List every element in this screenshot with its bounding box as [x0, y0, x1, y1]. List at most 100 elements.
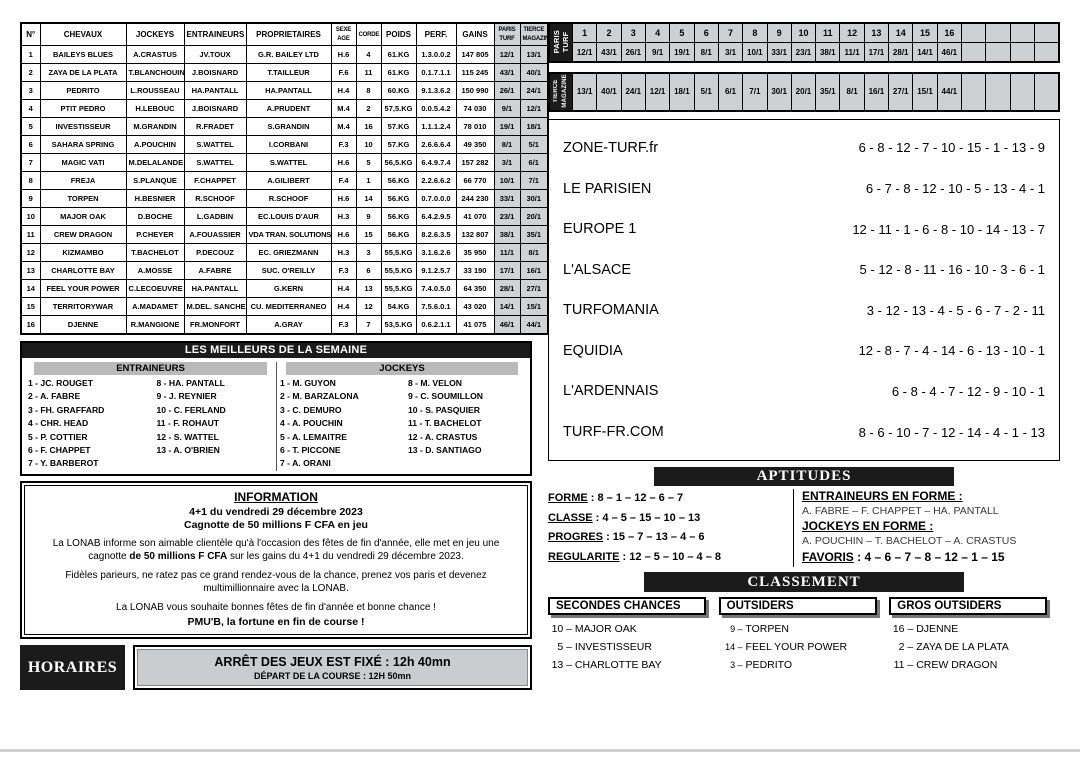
aptitudes-inform-list: ENTRAINEURS EN FORME : A. FABRE – F. CHA…	[793, 489, 1060, 568]
best-trainer-item: 1 - JC. ROUGET	[28, 378, 93, 388]
runner-horse: FREJA	[39, 171, 127, 190]
best-trainers-section: ENTRAINEURS 1 - JC. ROUGET 2 - A. FABRE 3 …	[25, 362, 276, 471]
runner-sex-age: H.4	[330, 81, 357, 100]
paris-turf-number-cell: 15	[912, 22, 938, 43]
runner-jockey: R.MANGIONE	[125, 315, 185, 335]
tierce-magazine-odd-cell	[1033, 72, 1060, 112]
th-owner: PROPRIETAIRES	[245, 22, 332, 46]
runner-perf: 0.0.5.4.2	[415, 99, 457, 118]
tierce-magazine-odd-cell: 12/1	[644, 72, 671, 112]
th-sex-line2: AGE	[337, 35, 350, 42]
race-program-page: N° CHEVAUX JOCKEYS ENTRAINEURS PROPRIETA…	[0, 0, 1080, 758]
paris-turf-odd-cell: 19/1	[669, 42, 695, 63]
pronostic-picks: 6 - 7 - 8 - 12 - 10 - 5 - 13 - 4 - 1	[865, 181, 1045, 196]
aptitude-progres-value: : 15 – 7 – 13 – 4 – 6	[603, 531, 705, 544]
th-trainer: ENTRAINEURS	[183, 22, 247, 46]
runner-trainer: L.GADBIN	[183, 207, 247, 226]
classement-item: 2 – ZAYA DE LA PLATA	[889, 638, 1052, 656]
runner-corde: 11	[355, 63, 382, 82]
runner-perf: 9.1.2.5.7	[415, 261, 457, 280]
runner-trainer: J.BOISNARD	[183, 99, 247, 118]
pronostic-source: L'ARDENNAIS	[563, 383, 659, 400]
jockeys-in-form-heading: JOCKEYS EN FORME :	[802, 519, 934, 534]
best-trainers-list-left: 1 - JC. ROUGET 2 - A. FABRE 3 - FH. GRAFFA…	[28, 377, 151, 471]
runner-jockey: S.PLANQUE	[125, 171, 185, 190]
tierce-magazine-odd-cell: 20/1	[790, 72, 817, 112]
aptitude-regularite: REGULARITE : 12 – 5 – 10 – 4 – 8	[548, 548, 787, 568]
trainers-in-form-heading: ENTRAINEURS EN FORME :	[802, 489, 963, 504]
best-jockey-item: 7 - A. ORANI	[280, 458, 331, 469]
best-trainer-item: 11 - F. ROHAUT	[156, 418, 220, 429]
jockeys-in-form-value: A. POUCHIN – T. BACHELOT – A. CRASTUS	[802, 535, 1017, 548]
pronostic-source: EQUIDIA	[563, 342, 623, 359]
classement-item-name: MAJOR OAK	[572, 623, 637, 636]
runner-corde: 4	[355, 45, 382, 64]
paris-turf-odd-cell	[985, 42, 1011, 63]
runner-horse: PEDRITO	[39, 81, 127, 100]
runner-sex-age: H.4	[330, 279, 357, 298]
tierce-magazine-odd-cell: 8/1	[839, 72, 865, 112]
table-row: 10 MAJOR OAK D.BOCHE L.GADBIN EC.LOUIS D'AUR…	[20, 207, 549, 226]
paris-turf-odd-cell: 33/1	[766, 42, 792, 63]
paris-turf-odd-cell: 43/1	[596, 42, 622, 63]
table-row: 6 SAHARA SPRING A.POUCHIN S.WATTEL I.CORBANI…	[20, 135, 549, 154]
runner-perf: 2.2.6.6.2	[415, 171, 457, 190]
runner-trainer: A.FABRE	[183, 261, 247, 280]
paris-turf-odd-cell: 8/1	[693, 42, 719, 63]
runner-jockey: M.GRANDIN	[125, 117, 185, 136]
horaires-arret-jeux: ARRÊT DES JEUX EST FIXÉ : 12h 40mn	[214, 654, 451, 669]
classement-item-number: 2 –	[898, 641, 914, 654]
tierce-magazine-odd-cell	[960, 72, 987, 112]
pronostic-source: EUROPE 1	[563, 221, 637, 238]
th-paris-turf: PARIS TURF	[493, 22, 521, 46]
tierce-magazine-odds-table: TIERCE MAGAZINE 13/1 40/1 24/1 12/1 18/1 5/1 6/…	[548, 72, 1060, 112]
tm-label-line2: MAGAZINE	[562, 74, 568, 108]
runner-odds-tierce-magazine: 5/1	[519, 135, 549, 154]
runner-number: 12	[20, 243, 41, 262]
runner-gains: 157 282	[455, 153, 495, 172]
runner-corde: 14	[355, 189, 382, 208]
runner-horse: CREW DRAGON	[39, 225, 127, 244]
classement-item-name: FEEL YOUR POWER	[742, 641, 848, 654]
aptitudes-panel: APTITUDES FORME : 8 – 1 – 12 – 6 – 7 CLA…	[548, 467, 1060, 568]
pronostic-picks: 6 - 8 - 4 - 7 - 12 - 9 - 10 - 1	[891, 383, 1045, 399]
tierce-magazine-odd-cell: 27/1	[888, 72, 914, 112]
runner-poids: 56.KG	[380, 207, 417, 226]
best-jockey-item: 8 - M. VELON	[408, 378, 462, 388]
classement-item: 11 – CREW DRAGON	[889, 656, 1052, 674]
paris-turf-row-label: PARIS TURF	[548, 22, 573, 63]
paris-turf-number-cell: 1	[571, 22, 598, 43]
runner-horse: MAJOR OAK	[39, 207, 127, 226]
classement-item-number: 11 –	[893, 659, 914, 672]
classement-item: 5 – INVESTISSEUR	[548, 638, 711, 656]
information-para1-part-c: sur les gains du 4+1 du vendredi 29 déce…	[227, 551, 464, 563]
runner-number: 4	[20, 99, 41, 118]
runner-owner: VDA TRAN. SOLUTIONS	[245, 225, 332, 244]
paris-turf-number-cell: 16	[936, 22, 963, 43]
th-pt-line1: PARIS	[498, 26, 516, 33]
paris-turf-odd-cell: 46/1	[936, 42, 963, 63]
information-paragraph-3: La LONAB vous souhaite bonnes fêtes de f…	[116, 601, 436, 613]
classement-item-number: 5 –	[557, 641, 572, 654]
aptitude-forme-value: : 8 – 1 – 12 – 6 – 7	[587, 492, 684, 505]
pronostic-row: EQUIDIA 12 - 8 - 7 - 4 - 14 - 6 - 13 - 10…	[563, 331, 1045, 372]
runner-trainer: R.SCHOOF	[183, 189, 247, 208]
aptitude-forme-label: FORME	[548, 492, 588, 505]
table-row: 8 FREJA S.PLANQUE F.CHAPPET A.GILIBERT F.4 1 56…	[20, 171, 549, 190]
best-jockey-item: 12 - A. CRASTUS	[408, 431, 478, 442]
runner-horse: KIZMAMBO	[39, 243, 127, 262]
runner-odds-tierce-magazine: 20/1	[519, 207, 549, 226]
runner-poids: 55,5.KG	[380, 243, 417, 262]
runner-sex-age: F.3	[330, 135, 357, 154]
pronostic-row: ZONE-TURF.fr 6 - 8 - 12 - 7 - 10 - 15 - 1…	[563, 128, 1045, 169]
runner-odds-tierce-magazine: 18/1	[519, 117, 549, 136]
best-jockeys-list-left: 1 - M. GUYON 2 - M. BARZALONA 3 - C. DEMUR…	[280, 377, 402, 471]
runner-gains: 41 070	[455, 207, 495, 226]
runner-corde: 5	[355, 153, 382, 172]
pronostic-source: ZONE-TURF.fr	[563, 139, 659, 156]
runner-horse: TERRITORYWAR	[39, 297, 127, 316]
best-jockey-item: 2 - M. BARZALONA	[280, 391, 359, 402]
th-horse: CHEVAUX	[39, 22, 127, 46]
runner-horse: DJENNE	[39, 315, 127, 335]
aptitude-classe-label: CLASSE	[548, 511, 593, 524]
